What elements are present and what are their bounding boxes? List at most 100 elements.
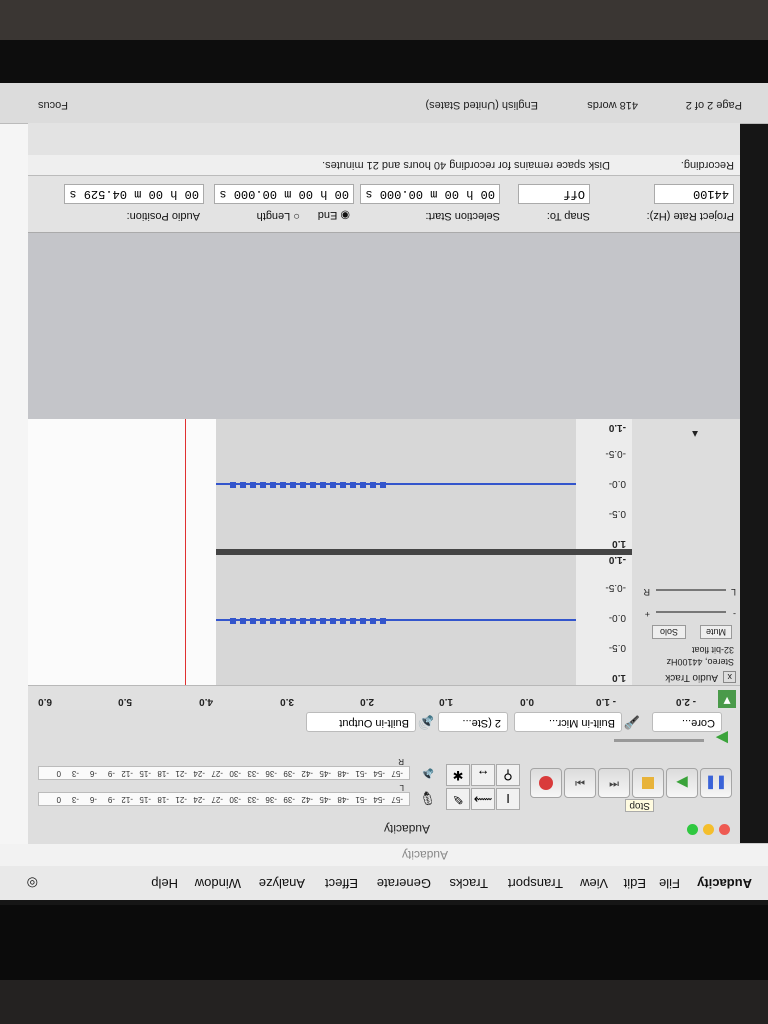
recording-channels-value: 2 (Ste... — [462, 717, 501, 729]
playback-device-select[interactable]: Built-in Output — [306, 712, 416, 732]
selection-tool[interactable]: I — [496, 788, 520, 810]
playback-meter-tick: -48 — [337, 769, 349, 778]
word-focus[interactable]: Focus — [38, 99, 68, 111]
playback-meter-tick: -51 — [355, 769, 367, 778]
asterisk-icon: ✱ — [452, 768, 464, 783]
gain-slider[interactable] — [656, 611, 726, 613]
status-bar: Recording. Disk space remains for record… — [28, 155, 740, 176]
menu-help[interactable]: Help — [151, 876, 178, 891]
waveform-left-channel[interactable] — [216, 555, 576, 685]
play-at-speed-button[interactable]: ▶ — [708, 729, 728, 748]
track-collapse-icon[interactable]: ▲ — [690, 428, 700, 439]
project-rate-label: Project Rate (Hz): — [646, 210, 734, 222]
menu-effect[interactable]: Effect — [325, 876, 358, 891]
pan-slider[interactable] — [656, 589, 726, 591]
zoom-window-button[interactable] — [687, 824, 698, 835]
selection-start-label: Selection Start: — [425, 210, 500, 222]
audio-position-field[interactable]: 00 h 00 m 04.529 s — [64, 184, 204, 204]
track-control-panel: x Audio Track Stereo, 44100Hz 32-bit flo… — [631, 419, 740, 685]
skip-to-start-button[interactable]: ⏮ — [598, 768, 630, 798]
playback-meter-tick: -45 — [319, 769, 331, 778]
menu-view[interactable]: View — [580, 876, 608, 891]
word-page-count: Page 2 of 2 — [685, 99, 742, 111]
selection-end-field[interactable]: 00 h 00 m 00.000 s — [214, 184, 354, 204]
menu-window[interactable]: Window — [195, 876, 241, 891]
play-icon: ▶ — [676, 774, 688, 791]
draw-tool[interactable]: ✎ — [446, 788, 470, 810]
record-meter-tick: -36 — [265, 795, 277, 804]
playback-meter[interactable]: -57 -54 -51 -48 -45 -42 -39 -36 -33 -30 -27 -24 -21-… — [38, 766, 410, 780]
audio-host-select[interactable]: Core... — [652, 712, 722, 732]
stop-button[interactable] — [632, 768, 664, 798]
toolbar-row-2: ▶ Core... 🎤 Built-in Micr... 2 (Ste... 🔊… — [28, 709, 740, 752]
time-shift-tool[interactable]: ↔ — [471, 764, 495, 786]
project-rate-select[interactable]: 44100 — [654, 184, 734, 204]
menu-file[interactable]: File — [659, 876, 680, 891]
menu-edit[interactable]: Edit — [624, 876, 646, 891]
scale-label: 0.5- — [608, 508, 626, 519]
window-title-bar: Audacity — [0, 843, 768, 866]
track-solo-button[interactable]: Solo — [651, 625, 686, 639]
record-button[interactable] — [530, 768, 562, 798]
record-meter-tick: -21 — [175, 795, 187, 804]
waveform-right-channel[interactable] — [216, 419, 576, 549]
stop-tooltip: Stop — [625, 799, 654, 812]
recording-device-select[interactable]: Built-in Micr... — [514, 712, 622, 732]
snap-to-value: Off — [563, 187, 585, 201]
timeline-play-icon[interactable]: ▼ — [718, 690, 736, 708]
pause-button[interactable]: ❚❚ — [700, 768, 732, 798]
timeline-ruler[interactable]: - 2.0 - 1.0 0.0 1.0 2.0 3.0 4.0 5.0 6.0 … — [28, 685, 740, 710]
record-meter-tick: -30 — [229, 795, 241, 804]
record-icon — [539, 776, 553, 790]
scale-label: -0.5- — [605, 582, 626, 593]
menu-app-name[interactable]: Audacity — [697, 876, 752, 891]
record-meter[interactable]: -57 -54 -51 -48 -45 -42 -39 -36 -33 -30 -27 -24 -21-… — [38, 792, 410, 806]
menu-analyze[interactable]: Analyze — [259, 876, 305, 891]
pause-icon: ❚❚ — [705, 776, 727, 791]
empty-project-space[interactable] — [28, 233, 740, 419]
menu-tracks[interactable]: Tracks — [449, 876, 488, 891]
i-beam-icon: I — [506, 791, 510, 807]
end-radio[interactable]: ◉ End — [318, 209, 350, 222]
mic-device-icon: 🎤 — [623, 715, 640, 730]
record-meter-tick: -48 — [337, 795, 349, 804]
pencil-icon: ✎ — [452, 792, 464, 807]
playback-meter-tick: -54 — [373, 769, 385, 778]
playback-meter-tick: -6 — [89, 769, 97, 778]
microphone-icon[interactable]: 🎙 — [419, 790, 436, 806]
snap-to-select[interactable]: Off — [518, 184, 590, 204]
record-meter-tick: -42 — [301, 795, 313, 804]
selection-start-field[interactable]: 00 h 00 m 00.000 s — [360, 184, 500, 204]
playback-speed-slider[interactable] — [614, 739, 704, 742]
menu-generate[interactable]: Generate — [377, 876, 431, 891]
timeline-tick: 4.0 — [199, 696, 213, 707]
audio-position-label: Audio Position: — [126, 210, 200, 222]
multi-tool[interactable]: ✱ — [446, 764, 470, 786]
scale-label: 0.0- — [608, 612, 626, 623]
gain-minus-label: - — [733, 609, 736, 619]
track-rate-info: Stereo, 44100Hz — [666, 657, 734, 667]
waveform-blips — [226, 618, 386, 624]
empty-track-area[interactable] — [28, 419, 216, 685]
menu-transport[interactable]: Transport — [508, 876, 563, 891]
track-close-button[interactable]: x — [723, 671, 736, 683]
track-format-info: 32-bit float — [691, 645, 734, 655]
close-window-button[interactable] — [719, 824, 730, 835]
scale-label: 0.5- — [608, 642, 626, 653]
minimize-window-button[interactable] — [703, 824, 714, 835]
length-radio[interactable]: ○ Length — [257, 210, 300, 222]
play-button[interactable]: ▶ — [666, 768, 698, 798]
control-center-icon[interactable]: ◎ — [27, 875, 38, 891]
track-mute-button[interactable]: Mute — [699, 625, 732, 639]
zoom-tool[interactable]: ⚲ — [496, 764, 520, 786]
recording-channels-select[interactable]: 2 (Ste... — [438, 712, 508, 732]
envelope-tool[interactable]: ⟿ — [471, 788, 495, 810]
skip-to-end-button[interactable]: ⏭ — [564, 768, 596, 798]
speaker-icon[interactable]: 🔈 — [419, 768, 434, 782]
record-meter-tick: -24 — [193, 795, 205, 804]
word-count[interactable]: 418 words — [587, 99, 638, 111]
track-name-menu[interactable]: Audio Track — [665, 672, 718, 683]
word-language[interactable]: English (United States) — [426, 99, 539, 111]
play-cursor — [185, 419, 186, 685]
record-meter-tick: -6 — [89, 795, 97, 804]
